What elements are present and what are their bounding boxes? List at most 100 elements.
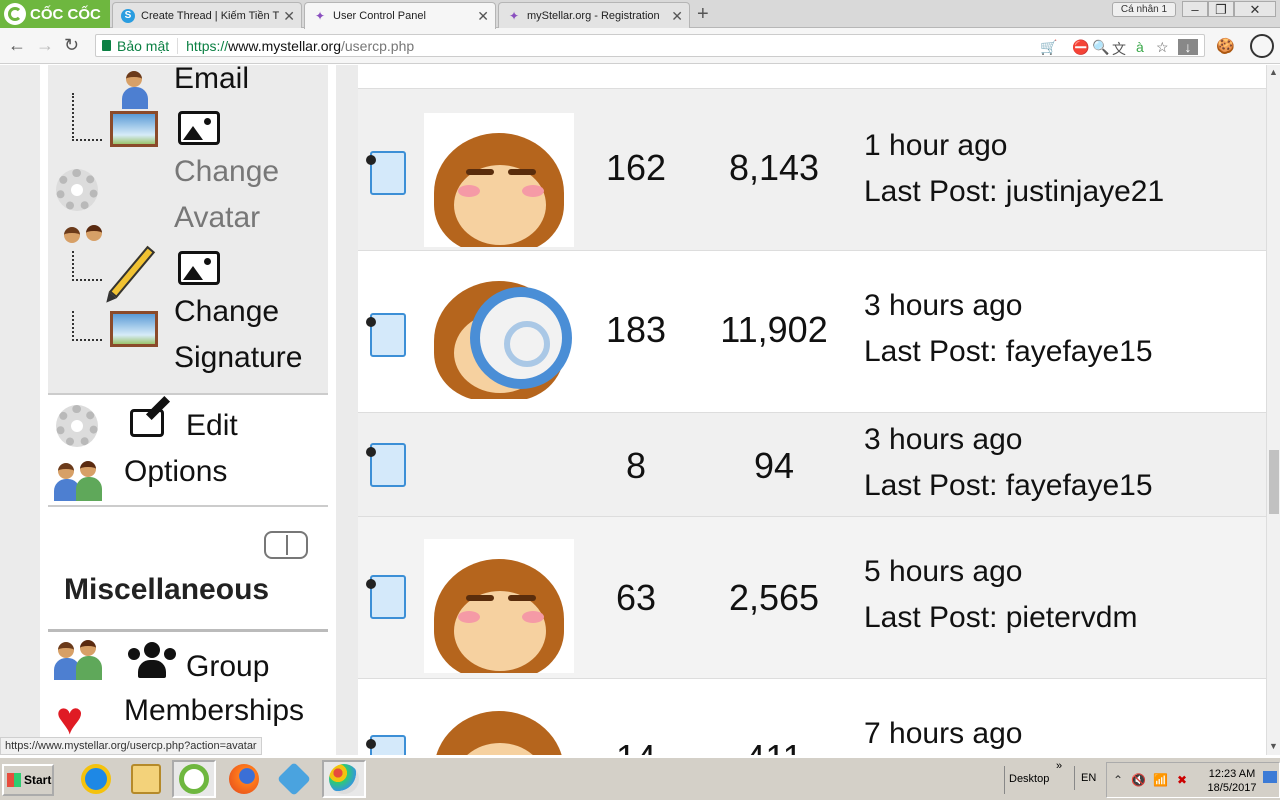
last-post-time: 3 hours ago bbox=[864, 423, 1023, 456]
thread-document-icon bbox=[366, 313, 406, 357]
thread-row[interactable]: 14 411 7 hours ago bbox=[358, 679, 1266, 755]
paint-button[interactable] bbox=[322, 760, 366, 798]
network-signal-icon[interactable]: 📶 bbox=[1153, 773, 1168, 787]
avatar bbox=[424, 711, 574, 755]
blocked-icon[interactable]: ⛔ bbox=[1072, 39, 1089, 56]
vertical-scrollbar[interactable]: ▲ ▼ bbox=[1266, 65, 1280, 755]
collapse-toggle[interactable] bbox=[264, 531, 308, 559]
virtualbox-icon bbox=[277, 762, 311, 796]
replies-count: 183 bbox=[605, 309, 667, 350]
windows-logo-icon bbox=[7, 773, 21, 787]
close-tab-icon[interactable]: ✕ bbox=[477, 8, 489, 25]
thread-list: 162 8,143 1 hour ago Last Post: justinja… bbox=[358, 65, 1266, 755]
sidebar-item-change-signature-line2[interactable]: Signature bbox=[174, 341, 302, 375]
last-post-time: 5 hours ago bbox=[864, 555, 1023, 588]
show-desktop-icon[interactable] bbox=[1263, 771, 1277, 783]
internet-explorer-button[interactable] bbox=[74, 760, 118, 798]
new-tab-button[interactable]: + bbox=[697, 3, 709, 26]
last-post-user[interactable]: Last Post: pietervdm bbox=[864, 601, 1137, 635]
security-indicator[interactable]: Bảo mật bbox=[102, 37, 179, 54]
desktop-toolbar[interactable]: Desktop bbox=[1004, 766, 1064, 794]
sidebar-item-change-avatar[interactable]: Change bbox=[174, 155, 279, 189]
minimize-button[interactable]: – bbox=[1182, 1, 1208, 17]
avatar bbox=[424, 539, 574, 673]
users-icon bbox=[54, 638, 102, 682]
coccoc-typing-icon[interactable]: à bbox=[1136, 39, 1144, 55]
cart-icon[interactable]: 🛒 bbox=[1040, 39, 1057, 56]
close-window-button[interactable]: ✕ bbox=[1234, 1, 1276, 17]
tree-connector bbox=[72, 311, 102, 341]
replies-count: 63 bbox=[615, 577, 657, 618]
picture-frame-icon bbox=[110, 311, 158, 347]
toolbar-expand-icon[interactable]: » bbox=[1056, 760, 1062, 772]
coccoc-taskbar-button[interactable] bbox=[172, 760, 216, 798]
skype-icon: S bbox=[121, 8, 135, 23]
sidebar-item-edit-options[interactable]: Edit bbox=[186, 409, 238, 443]
folder-icon bbox=[131, 764, 161, 794]
close-tab-icon[interactable]: ✕ bbox=[283, 8, 295, 25]
clock[interactable]: 12:23 AM 18/5/2017 bbox=[1203, 767, 1261, 795]
reload-icon[interactable]: ↻ bbox=[64, 35, 79, 56]
thread-document-icon bbox=[366, 443, 406, 487]
thread-row[interactable]: 162 8,143 1 hour ago Last Post: justinja… bbox=[358, 89, 1266, 251]
brand-label: CỐC CỐC bbox=[30, 5, 101, 23]
users-icon bbox=[60, 223, 102, 249]
thread-row[interactable]: 63 2,565 5 hours ago Last Post: pietervd… bbox=[358, 517, 1266, 679]
coccoc-icon bbox=[179, 764, 209, 794]
circle-menu-icon[interactable] bbox=[1250, 34, 1274, 58]
sidebar-item-change-avatar-line2[interactable]: Avatar bbox=[174, 201, 260, 235]
stellar-icon: ✦ bbox=[314, 9, 326, 23]
download-icon[interactable]: ↓ bbox=[1178, 39, 1198, 55]
tab-title: Create Thread | Kiếm Tiền T bbox=[141, 9, 280, 22]
group-icon bbox=[128, 642, 176, 678]
firefox-button[interactable] bbox=[222, 760, 266, 798]
scroll-down-arrow-icon[interactable]: ▼ bbox=[1269, 741, 1278, 751]
close-tab-icon[interactable]: ✕ bbox=[671, 8, 683, 25]
cookie-icon[interactable]: 🍪 bbox=[1216, 37, 1235, 55]
sidebar-item-group-memberships[interactable]: Group bbox=[186, 650, 269, 684]
last-post-user[interactable]: Last Post: fayefaye15 bbox=[864, 469, 1153, 503]
sidebar-item-change-signature[interactable]: Change bbox=[174, 295, 279, 329]
volume-muted-icon[interactable]: 🔇 bbox=[1131, 773, 1146, 787]
thread-row[interactable]: 8 94 3 hours ago Last Post: fayefaye15 bbox=[358, 413, 1266, 517]
sidebar-item-group-memberships-line2[interactable]: Memberships bbox=[124, 694, 304, 728]
show-hidden-icons-icon[interactable]: ⌃ bbox=[1113, 773, 1123, 787]
address-bar[interactable]: Bảo mật https:// www.mystellar.org /user… bbox=[95, 34, 1205, 57]
views-count: 411 bbox=[706, 737, 842, 755]
last-post-user[interactable]: Last Post: fayefaye15 bbox=[864, 335, 1153, 369]
forward-arrow-icon[interactable]: → bbox=[36, 35, 54, 56]
last-post-time: 1 hour ago bbox=[864, 129, 1008, 162]
users-icon bbox=[54, 459, 102, 503]
thread-document-icon bbox=[366, 575, 406, 619]
tab-user-control-panel[interactable]: ✦ User Control Panel ✕ bbox=[304, 2, 496, 29]
language-indicator[interactable]: EN bbox=[1074, 766, 1102, 790]
last-post-user[interactable]: Last Post: justinjaye21 bbox=[864, 175, 1164, 209]
tab-registration[interactable]: ✦ myStellar.org - Registration ✕ bbox=[498, 2, 690, 28]
bookmark-star-icon[interactable]: ☆ bbox=[1156, 39, 1169, 56]
monkey-blush-avatar bbox=[434, 133, 564, 247]
views-count: 94 bbox=[753, 445, 795, 486]
scroll-up-arrow-icon[interactable]: ▲ bbox=[1269, 67, 1278, 77]
picture-frame-icon bbox=[110, 111, 158, 147]
zoom-icon[interactable]: 🔍 bbox=[1092, 39, 1109, 56]
start-button[interactable]: Start bbox=[2, 764, 54, 796]
sidebar-item-edit-options-line2[interactable]: Options bbox=[124, 455, 227, 489]
back-arrow-icon[interactable]: ← bbox=[8, 35, 26, 56]
monkey-blush-avatar bbox=[434, 559, 564, 673]
file-explorer-button[interactable] bbox=[124, 760, 168, 798]
avatar bbox=[424, 113, 574, 247]
tab-create-thread[interactable]: S Create Thread | Kiếm Tiền T ✕ bbox=[112, 2, 302, 28]
edit-options-box: Edit Options bbox=[48, 393, 328, 505]
coccoc-menu-button[interactable]: CỐC CỐC bbox=[0, 0, 110, 28]
replies-count: 8 bbox=[625, 445, 647, 486]
sidebar-item-email[interactable]: Email bbox=[174, 65, 249, 96]
thread-row[interactable]: 183 11,902 3 hours ago Last Post: fayefa… bbox=[358, 251, 1266, 413]
virtualbox-button[interactable] bbox=[272, 760, 316, 798]
maximize-button[interactable]: ❐ bbox=[1208, 1, 1234, 17]
profile-button[interactable]: Cá nhân 1 bbox=[1112, 2, 1176, 17]
replies-count: 14 bbox=[586, 737, 686, 755]
scrollbar-thumb[interactable] bbox=[1269, 450, 1279, 514]
translate-icon[interactable]: 文 bbox=[1112, 39, 1126, 59]
thread-document-icon bbox=[366, 151, 406, 195]
network-error-icon[interactable]: ✖ bbox=[1177, 773, 1187, 787]
